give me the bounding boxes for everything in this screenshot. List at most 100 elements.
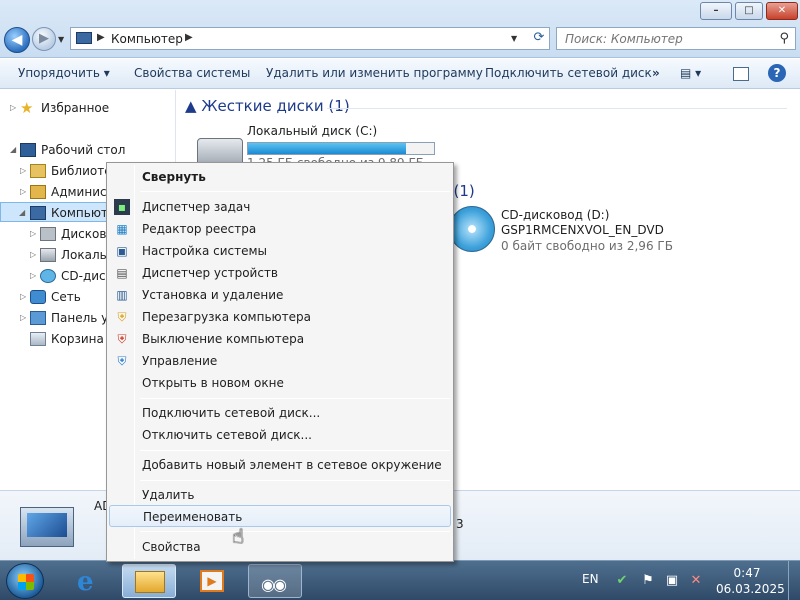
- chevron-down-icon[interactable]: ▼: [511, 34, 517, 43]
- menu-item-label: Диспетчер устройств: [142, 266, 279, 280]
- menu-item-restart[interactable]: ⛨ Перезагрузка компьютера: [109, 306, 451, 328]
- control-panel-icon: [30, 311, 46, 325]
- menu-item-label: Выключение компьютера: [142, 332, 305, 346]
- user-folder-icon: [30, 185, 46, 199]
- volume-muted-icon[interactable]: ✕: [688, 573, 704, 589]
- menu-item-collapse[interactable]: Свернуть: [109, 166, 451, 188]
- address-bar[interactable]: ▶ Компьютер ▶ ▼: [70, 27, 550, 50]
- drive-c-usage-bar: [247, 142, 435, 155]
- show-desktop-button[interactable]: [788, 561, 800, 600]
- maximize-button[interactable]: □: [735, 2, 763, 20]
- menu-item-manage[interactable]: ⛨ Управление: [109, 350, 451, 372]
- organize-button[interactable]: Упорядочить ▾: [18, 66, 110, 80]
- breadcrumb-computer[interactable]: Компьютер: [111, 32, 183, 46]
- forward-button[interactable]: ▶: [32, 27, 56, 51]
- title-bar: – □ ✕ ◀ ▶ ▼ ▶ Компьютер ▶ ▼ ⟳ ⚲: [0, 0, 800, 58]
- collapse-arrow-icon[interactable]: ◢: [10, 140, 16, 160]
- chevron-right-icon[interactable]: ▶: [97, 32, 105, 43]
- expand-arrow-icon[interactable]: ▷: [10, 98, 16, 118]
- task-manager-icon: ▪: [114, 199, 130, 215]
- nav-label: Рабочий стол: [41, 143, 126, 157]
- menu-item-open-new-window[interactable]: Открыть в новом окне: [109, 372, 451, 394]
- clock[interactable]: 0:47 06.03.2025: [716, 565, 785, 597]
- search-input[interactable]: [565, 29, 765, 49]
- action-center-flag-icon[interactable]: ⚑: [640, 573, 656, 589]
- nav-label: Избранное: [41, 101, 110, 115]
- menu-item-add-remove[interactable]: ▥ Установка и удаление: [109, 284, 451, 306]
- expand-arrow-icon[interactable]: ▷: [20, 182, 26, 202]
- preview-pane-button[interactable]: [733, 67, 749, 81]
- network-icon: [30, 290, 46, 304]
- shield-icon: ⛨: [117, 310, 127, 324]
- close-button[interactable]: ✕: [766, 2, 798, 20]
- expand-arrow-icon[interactable]: ▷: [20, 308, 26, 328]
- clock-date: 06.03.2025: [716, 582, 785, 596]
- security-shield-icon[interactable]: ✔: [614, 573, 630, 589]
- menu-item-label: Управление: [142, 354, 218, 368]
- cd-drive-icon: [40, 269, 56, 283]
- taskbar-internet-explorer[interactable]: e: [62, 564, 116, 598]
- nav-item-favorites[interactable]: ▷ ★ Избранное: [0, 98, 175, 118]
- folder-icon: [135, 571, 165, 593]
- expand-arrow-icon[interactable]: ▷: [20, 161, 26, 181]
- menu-item-task-manager[interactable]: ▪ Диспетчер задач: [109, 196, 451, 218]
- language-indicator[interactable]: EN: [582, 572, 599, 586]
- collapse-arrow-icon[interactable]: ◢: [19, 203, 25, 223]
- menu-item-disconnect-drive[interactable]: Отключить сетевой диск...: [109, 424, 451, 446]
- help-button[interactable]: ?: [768, 64, 786, 82]
- change-view-button[interactable]: ▤ ▾: [680, 66, 701, 80]
- uninstall-program-button[interactable]: Удалить или изменить программу: [266, 66, 483, 80]
- computer-icon: [30, 206, 46, 220]
- refresh-button[interactable]: ⟳: [528, 27, 550, 50]
- nav-label: Сеть: [51, 290, 81, 304]
- taskbar-media-player[interactable]: ▶: [186, 564, 240, 598]
- clock-time: 0:47: [733, 566, 761, 580]
- menu-separator: [140, 191, 450, 192]
- menu-item-map-drive[interactable]: Подключить сетевой диск...: [109, 402, 451, 424]
- menu-item-label: Свернуть: [142, 170, 206, 184]
- menu-item-properties[interactable]: Свойства: [109, 536, 451, 558]
- menu-item-label: Подключить сетевой диск...: [142, 406, 321, 420]
- menu-item-device-manager[interactable]: ▤ Диспетчер устройств: [109, 262, 451, 284]
- dvd-drive-icon[interactable]: [449, 206, 495, 252]
- menu-item-rename[interactable]: Переименовать: [109, 505, 451, 527]
- taskbar: e ▶ ◉◉ EN ✔ ⚑ ▣ ✕ 0:47 06.03.2025: [0, 560, 800, 600]
- nav-item-desktop[interactable]: ◢ Рабочий стол: [0, 140, 175, 160]
- search-icon[interactable]: ⚲: [779, 31, 789, 46]
- chevron-right-icon[interactable]: ▶: [185, 32, 193, 43]
- taskbar-explorer[interactable]: [122, 564, 176, 598]
- menu-item-add-network-location[interactable]: Добавить новый элемент в сетевое окружен…: [109, 454, 451, 476]
- minimize-button[interactable]: –: [700, 2, 732, 20]
- drive-c-name[interactable]: Локальный диск (C:): [247, 124, 377, 138]
- map-network-drive-button[interactable]: Подключить сетевой диск: [485, 66, 652, 80]
- expand-arrow-icon[interactable]: ▷: [30, 224, 36, 244]
- context-menu: Свернуть ▪ Диспетчер задач ▦ Редактор реес…: [106, 162, 454, 562]
- expand-arrow-icon[interactable]: ▷: [20, 287, 26, 307]
- desktop-icon: [20, 143, 36, 157]
- system-properties-button[interactable]: Свойства системы: [134, 66, 250, 80]
- back-button[interactable]: ◀: [4, 27, 30, 53]
- minimize-icon: –: [713, 5, 719, 16]
- menu-item-label: Установка и удаление: [142, 288, 284, 302]
- libraries-icon: [30, 164, 46, 178]
- search-box[interactable]: ⚲: [556, 27, 796, 50]
- maximize-icon: □: [744, 5, 754, 16]
- expand-arrow-icon[interactable]: ▷: [30, 266, 36, 286]
- group-header-hard-drives[interactable]: ▲ Жесткие диски (1): [185, 97, 350, 115]
- start-button[interactable]: [6, 563, 44, 599]
- menu-item-system-config[interactable]: ▣ Настройка системы: [109, 240, 451, 262]
- menu-item-registry-editor[interactable]: ▦ Редактор реестра: [109, 218, 451, 240]
- network-status-icon[interactable]: ▣: [664, 573, 680, 589]
- menu-separator: [140, 480, 450, 481]
- menu-item-shutdown[interactable]: ⛨ Выключение компьютера: [109, 328, 451, 350]
- drive-d-name[interactable]: CD-дисковод (D:): [501, 208, 609, 222]
- recent-pages-dropdown[interactable]: ▼: [58, 35, 64, 44]
- floppy-drive-icon: [40, 227, 56, 241]
- close-icon: ✕: [777, 5, 787, 16]
- more-commands-button[interactable]: »: [652, 66, 660, 80]
- expand-arrow-icon[interactable]: ▷: [30, 245, 36, 265]
- usage-fill: [248, 143, 407, 154]
- taskbar-app[interactable]: ◉◉: [248, 564, 302, 598]
- menu-item-delete[interactable]: Удалить: [109, 484, 451, 506]
- menu-item-label: Удалить: [142, 488, 195, 502]
